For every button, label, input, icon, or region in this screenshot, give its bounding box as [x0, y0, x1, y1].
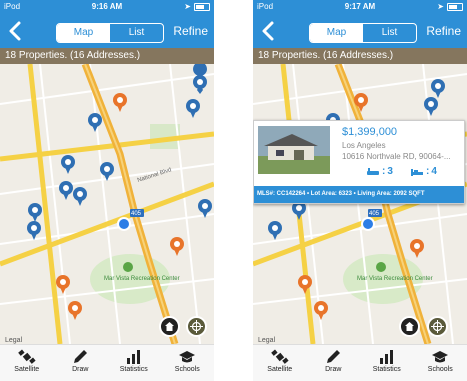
nav-bar: Map List Refine	[0, 14, 214, 48]
status-icons: ➤	[184, 0, 210, 14]
tab-label: Satellite	[14, 366, 40, 373]
home-button[interactable]	[159, 316, 180, 337]
current-location-dot	[119, 219, 129, 229]
tab-label: Schools	[427, 366, 453, 373]
nav-bar: Map List Refine	[253, 14, 467, 48]
bar-chart-icon	[126, 350, 140, 364]
tab-draw[interactable]: Draw	[54, 345, 108, 381]
tab-satellite[interactable]: Satellite	[253, 345, 307, 381]
battery-icon	[194, 3, 210, 11]
tab-list[interactable]: List	[110, 24, 163, 42]
bottom-tab-bar: Satellite Draw Statistics Schools	[253, 344, 467, 381]
bath-value: 3	[387, 166, 393, 177]
refine-button[interactable]: Refine	[426, 24, 461, 38]
park-icon	[123, 262, 133, 272]
pencil-icon	[327, 350, 341, 363]
tab-statistics[interactable]: Statistics	[360, 345, 414, 381]
highway-label: 405	[369, 211, 380, 217]
tab-statistics[interactable]: Statistics	[107, 345, 161, 381]
location-arrow-icon: ➤	[437, 2, 444, 11]
park-label: Mar Vista Recreation Center	[357, 276, 433, 282]
status-time: 9:16 AM	[91, 2, 123, 11]
map-list-segmented-control: Map List	[309, 23, 417, 43]
current-location-dot	[363, 219, 373, 229]
listing-city: Los Angeles	[342, 141, 386, 150]
bed-value: 4	[431, 166, 437, 177]
tab-label: Draw	[325, 366, 342, 373]
property-count-bar: 18 Properties. (16 Addresses.)	[253, 48, 467, 64]
tab-schools[interactable]: Schools	[414, 345, 467, 381]
satellite-icon	[270, 349, 289, 364]
legal-link[interactable]: Legal	[5, 337, 22, 344]
home-button[interactable]	[399, 316, 420, 337]
right-phone-screen: iPod 9:17 AM ➤ Map List Refine 18 Proper…	[253, 0, 467, 381]
tab-draw[interactable]: Draw	[307, 345, 361, 381]
graduation-cap-icon	[432, 351, 449, 363]
status-bar: iPod 9:16 AM ➤	[0, 0, 214, 14]
tab-label: Satellite	[267, 366, 293, 373]
back-chevron-icon[interactable]	[7, 20, 23, 42]
home-icon	[165, 322, 174, 331]
map-view[interactable]: National Blvd 405 Mar Vista Recreation C…	[0, 64, 214, 344]
status-bar: iPod 9:17 AM ➤	[253, 0, 467, 14]
back-chevron-icon[interactable]	[260, 20, 276, 42]
property-count-bar: 18 Properties. (16 Addresses.)	[0, 48, 214, 64]
tab-satellite[interactable]: Satellite	[0, 345, 54, 381]
home-icon	[405, 322, 414, 331]
listing-price: $1,399,000	[342, 126, 398, 138]
location-arrow-icon: ➤	[184, 2, 191, 11]
map-list-segmented-control: Map List	[56, 23, 164, 43]
refine-button[interactable]: Refine	[173, 24, 208, 38]
tab-label: Statistics	[372, 366, 401, 373]
locate-button[interactable]	[427, 316, 448, 337]
pencil-icon	[74, 350, 88, 363]
tab-schools[interactable]: Schools	[161, 345, 215, 381]
highway-label: 405	[131, 211, 142, 217]
crosshair-icon	[190, 320, 203, 333]
status-time: 9:17 AM	[344, 2, 376, 11]
crosshair-icon	[431, 320, 444, 333]
locate-button[interactable]	[186, 316, 207, 337]
tab-map[interactable]: Map	[310, 24, 363, 42]
map-view[interactable]: 405 Mar Vista Recreation Center	[253, 64, 467, 344]
bathtub-icon	[367, 167, 379, 175]
battery-icon	[447, 3, 463, 11]
listing-address: 10616 Northvale RD, 90064-...	[342, 152, 451, 161]
bar-chart-icon	[379, 350, 393, 364]
tab-map[interactable]: Map	[57, 24, 110, 42]
graduation-cap-icon	[179, 351, 196, 363]
status-icons: ➤	[437, 0, 463, 14]
property-photo	[258, 126, 330, 174]
left-phone-screen: iPod 9:16 AM ➤ Map List Refine 18 Proper…	[0, 0, 214, 381]
tab-label: Draw	[72, 366, 89, 373]
bed-count: :4	[410, 166, 437, 177]
property-popup[interactable]: $1,399,000 Los Angeles 10616 Northvale R…	[253, 120, 465, 204]
legal-link[interactable]: Legal	[258, 337, 275, 344]
bed-icon	[411, 168, 423, 176]
park-icon	[376, 262, 386, 272]
bath-count: :3	[366, 166, 393, 177]
bottom-tab-bar: Satellite Draw Statistics Schools	[0, 344, 214, 381]
tab-list[interactable]: List	[363, 24, 416, 42]
satellite-icon	[17, 349, 36, 364]
mls-info-strip: MLS#: CC142264 • Lot Area: 6323 • Living…	[254, 186, 464, 203]
tab-label: Statistics	[119, 366, 148, 373]
park-label: Mar Vista Recreation Center	[104, 276, 180, 282]
tab-label: Schools	[174, 366, 200, 373]
